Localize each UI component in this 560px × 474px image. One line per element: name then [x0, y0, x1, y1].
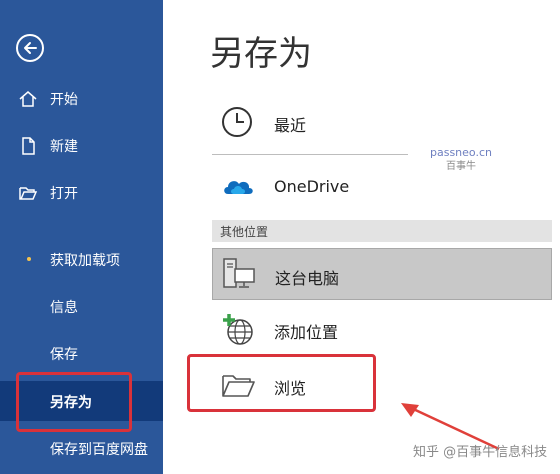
nav-item-new-label: 新建 — [50, 139, 78, 155]
onedrive-cloud-icon — [224, 181, 253, 194]
dot-icon — [27, 257, 31, 261]
home-icon — [19, 91, 37, 107]
nav-item-save[interactable]: 保存 — [0, 333, 163, 373]
divider — [212, 154, 408, 155]
page-title: 另存为 — [210, 34, 312, 74]
nav-item-info-label: 信息 — [50, 300, 78, 316]
location-this-pc[interactable]: 这台电脑 — [212, 248, 552, 300]
open-folder-icon — [19, 187, 38, 200]
nav-item-addins-label: 获取加载项 — [50, 253, 120, 269]
nav-item-new[interactable]: 新建 — [0, 125, 163, 165]
back-arrow-icon — [24, 42, 37, 54]
nav-item-open[interactable]: 打开 — [0, 172, 163, 212]
nav-item-save-baidu-label: 保存到百度网盘 — [50, 442, 148, 458]
location-add-place[interactable]: 添加位置 — [212, 306, 552, 352]
globe-plus-icon — [223, 314, 253, 345]
nav-item-save-label: 保存 — [50, 347, 78, 363]
watermark-line1: passneo.cn — [430, 146, 492, 159]
other-locations-header: 其他位置 — [212, 220, 552, 242]
credit-text: 知乎 @百事牛信息科技 — [413, 445, 548, 460]
nav-item-home-label: 开始 — [50, 92, 78, 108]
nav-item-save-baidu[interactable]: 保存到百度网盘 — [0, 428, 163, 468]
clock-icon — [222, 107, 252, 137]
location-this-pc-label: 这台电脑 — [275, 269, 340, 288]
nav-item-info[interactable]: 信息 — [0, 286, 163, 326]
nav-item-addins[interactable]: 获取加载项 — [0, 239, 163, 279]
location-onedrive-label: OneDrive — [274, 177, 350, 196]
location-recent[interactable]: 最近 — [212, 99, 552, 145]
nav-item-home[interactable]: 开始 — [0, 78, 163, 118]
new-document-icon — [22, 137, 35, 155]
location-onedrive[interactable]: OneDrive — [212, 164, 552, 210]
location-recent-label: 最近 — [274, 116, 307, 135]
location-add-place-label: 添加位置 — [274, 323, 339, 342]
nav-item-open-label: 打开 — [50, 186, 78, 202]
highlight-box-browse — [187, 354, 376, 412]
back-button[interactable] — [16, 34, 44, 62]
highlight-box-save-as — [16, 372, 132, 432]
computer-icon — [223, 258, 255, 288]
